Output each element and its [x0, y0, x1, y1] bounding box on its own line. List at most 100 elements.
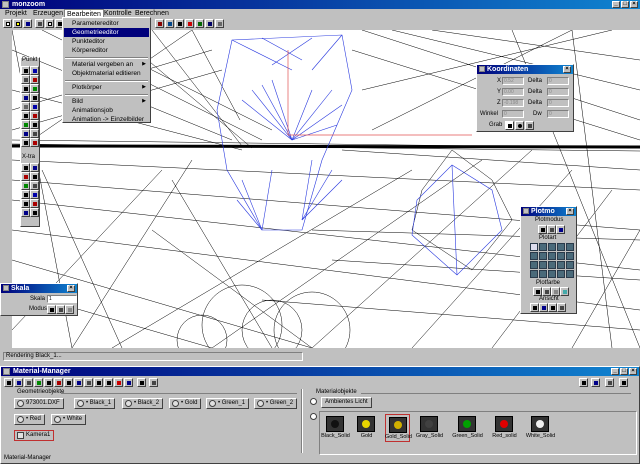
plotart-20-icon[interactable]	[566, 270, 574, 278]
material-swatch-gold[interactable]: Gold	[354, 414, 379, 442]
skala-title-bar[interactable]: Skala ×	[1, 284, 77, 293]
plotart-10-icon[interactable]	[566, 252, 574, 260]
geometry-item-black1[interactable]: • Black_1	[74, 398, 116, 409]
coord-x-delta-field[interactable]: 0	[547, 77, 569, 85]
mm-tool-9-icon[interactable]	[84, 378, 93, 387]
material-swatch-green-solid[interactable]: Green_Solid	[452, 414, 483, 442]
plotart-1-icon[interactable]	[530, 243, 538, 251]
mm-tool-5-icon[interactable]	[44, 378, 53, 387]
plotmodus-1-icon[interactable]	[538, 225, 547, 234]
point-tool-7-icon[interactable]	[21, 93, 30, 102]
skala-field[interactable]: 1	[47, 295, 77, 303]
xtra-tool-10-icon[interactable]	[30, 199, 39, 208]
menu-item-geometrieeditor[interactable]: Geometrieeditor	[64, 28, 149, 37]
tool-8-icon[interactable]	[165, 19, 174, 28]
xtra-tool-8-icon[interactable]	[30, 190, 39, 199]
grab-edit-icon[interactable]	[525, 121, 534, 130]
plotart-9-icon[interactable]	[557, 252, 565, 260]
tool-13-icon[interactable]	[215, 19, 224, 28]
menu-item-koerpereditor[interactable]: Körpereditor	[64, 46, 149, 55]
coord-winkel-field[interactable]: 0	[502, 110, 524, 118]
plotfarbe-1-icon[interactable]	[533, 287, 542, 296]
ansicht-1-icon[interactable]	[530, 303, 539, 312]
mm-tool-13-icon[interactable]	[124, 378, 133, 387]
mm-tool-19-icon[interactable]	[619, 378, 628, 387]
xtra-tool-11-icon[interactable]	[21, 208, 30, 217]
xtra-tool-12-icon[interactable]	[30, 208, 39, 217]
koordinaten-close-button[interactable]: ×	[563, 66, 571, 73]
main-title-bar[interactable]: monzoom _ □ ×	[0, 0, 640, 9]
geometry-item-red[interactable]: • Red	[14, 414, 45, 425]
plotfarbe-4-icon[interactable]	[560, 287, 569, 296]
mm-tool-15-icon[interactable]	[149, 378, 158, 387]
menu-item-punkteditor[interactable]: Punkteditor	[64, 37, 149, 46]
geometry-item-black2[interactable]: • Black_2	[122, 398, 164, 409]
point-tool-6-icon[interactable]	[30, 84, 39, 93]
scale-icon[interactable]	[175, 19, 184, 28]
plot-close-button[interactable]: ×	[566, 208, 574, 215]
mm-tool-10-icon[interactable]	[94, 378, 103, 387]
xtra-tool-9-icon[interactable]	[21, 199, 30, 208]
xtra-tool-1-icon[interactable]	[21, 163, 30, 172]
menu-erzeugen[interactable]: Erzeugen	[31, 9, 65, 18]
material-radio-icon[interactable]	[310, 413, 317, 420]
mm-tool-18-icon[interactable]	[605, 378, 614, 387]
plotart-14-icon[interactable]	[557, 261, 565, 269]
coord-z-field[interactable]: -0.198	[502, 99, 524, 107]
tool-11-icon[interactable]	[195, 19, 204, 28]
plotart-7-icon[interactable]	[539, 252, 547, 260]
modus-2-icon[interactable]	[56, 305, 65, 314]
plotart-2-icon[interactable]	[539, 243, 547, 251]
point-tool-17-icon[interactable]	[21, 138, 30, 147]
material-swatch-gray-solid[interactable]: Gray_Solid	[416, 414, 443, 442]
grab-target-icon[interactable]	[515, 121, 524, 130]
tool-12-icon[interactable]	[205, 19, 214, 28]
xtra-tool-2-icon[interactable]	[30, 163, 39, 172]
plotart-4-icon[interactable]	[557, 243, 565, 251]
grab-toggle-icon[interactable]	[505, 121, 514, 130]
plotmodus-2-icon[interactable]	[547, 225, 556, 234]
plotart-11-icon[interactable]	[530, 261, 538, 269]
material-manager-title-bar[interactable]: Material-Manager _ □ ×	[1, 367, 639, 376]
ansicht-3-icon[interactable]	[548, 303, 557, 312]
delete-icon[interactable]	[185, 19, 194, 28]
menu-item-bild[interactable]: Bild ▶	[64, 97, 149, 106]
mm-tool-3-icon[interactable]	[24, 378, 33, 387]
menu-item-animation-einzelbilder[interactable]: Animation -> Einzelbilder	[64, 115, 149, 124]
ansicht-2-icon[interactable]	[539, 303, 548, 312]
xtra-tool-4-icon[interactable]	[30, 172, 39, 181]
point-tool-5-icon[interactable]	[21, 84, 30, 93]
coord-z-delta-field[interactable]: 0	[547, 99, 569, 107]
ansicht-4-icon[interactable]	[557, 303, 566, 312]
point-tool-10-icon[interactable]	[30, 102, 39, 111]
mm-tool-16-icon[interactable]	[579, 378, 588, 387]
koordinaten-title-bar[interactable]: Koordinaten ×	[477, 65, 573, 74]
geometry-item-green1[interactable]: • Green_1	[206, 398, 250, 409]
open-icon[interactable]	[13, 19, 22, 28]
mm-maximize-button[interactable]: □	[620, 368, 628, 375]
point-tool-16-icon[interactable]	[30, 129, 39, 138]
mm-tool-7-icon[interactable]	[64, 378, 73, 387]
modus-3-icon[interactable]	[65, 305, 74, 314]
plotfarbe-2-icon[interactable]	[542, 287, 551, 296]
coord-y-field[interactable]: 0.00	[502, 88, 524, 96]
point-tool-12-icon[interactable]	[30, 111, 39, 120]
plotart-6-icon[interactable]	[530, 252, 538, 260]
ambient-radio-icon[interactable]	[310, 398, 317, 405]
mm-tool-1-icon[interactable]	[4, 378, 13, 387]
plotart-13-icon[interactable]	[548, 261, 556, 269]
plotart-8-icon[interactable]	[548, 252, 556, 260]
mm-close-button[interactable]: ×	[629, 368, 637, 375]
xtra-tool-3-icon[interactable]	[21, 172, 30, 181]
minimize-button[interactable]: _	[612, 1, 620, 8]
mm-minimize-button[interactable]: _	[611, 368, 619, 375]
menu-projekt[interactable]: Projekt	[3, 9, 29, 18]
cut-icon[interactable]	[35, 19, 44, 28]
menu-item-animationsjob[interactable]: Animationsjob	[64, 106, 149, 115]
point-tool-11-icon[interactable]	[21, 111, 30, 120]
coord-y-delta-field[interactable]: 0	[547, 88, 569, 96]
save-icon[interactable]	[23, 19, 32, 28]
material-swatch-white-solid[interactable]: White_Solid	[526, 414, 555, 442]
geometry-item-gold[interactable]: • Gold	[169, 398, 202, 409]
point-tool-13-icon[interactable]	[21, 120, 30, 129]
